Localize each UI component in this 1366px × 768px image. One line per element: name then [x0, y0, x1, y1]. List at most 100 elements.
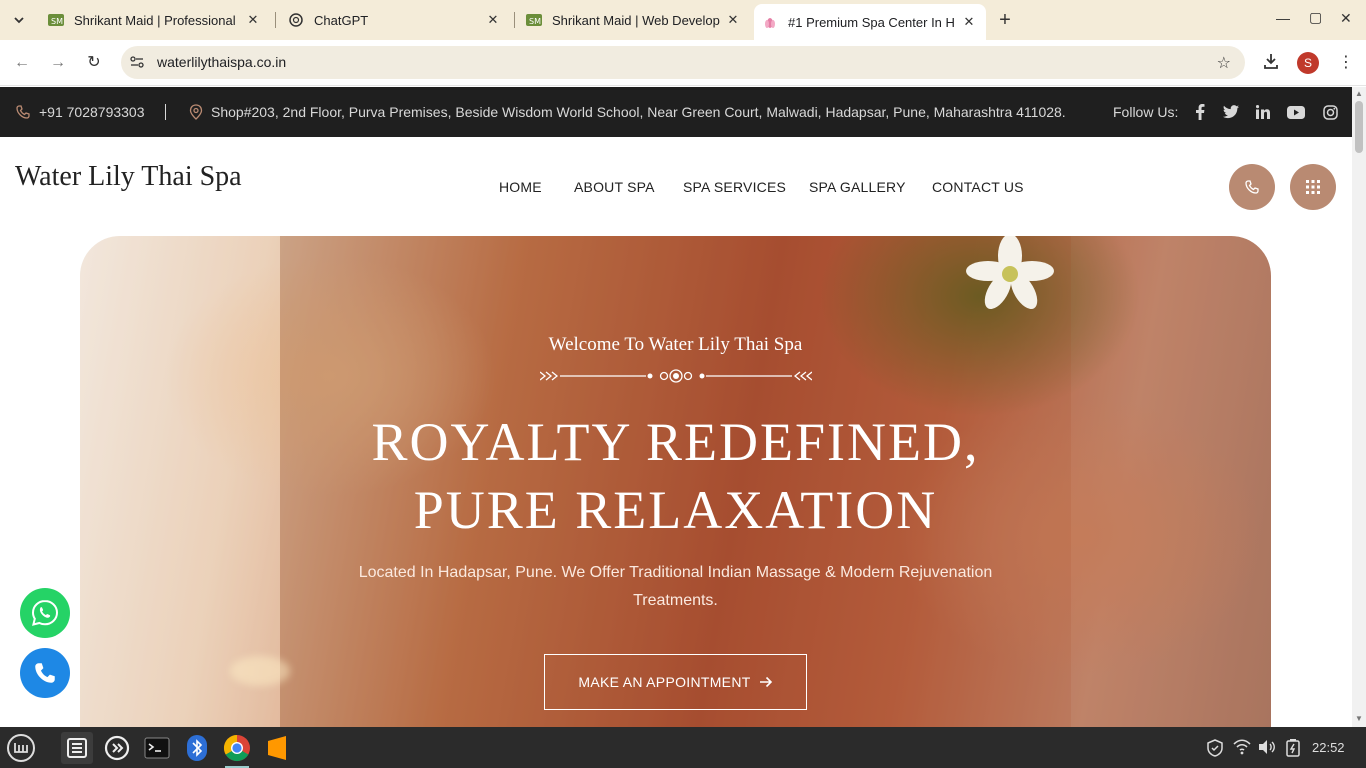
site-logo[interactable]: Water Lily Thai Spa — [15, 161, 242, 193]
taskbar-update-manager[interactable] — [101, 732, 133, 764]
update-shield-icon — [104, 735, 130, 761]
tab-shrikant-web-developer[interactable]: SM Shrikant Maid | Web Develop ✕ — [518, 0, 750, 40]
address-bar[interactable]: waterlilythaispa.co.in ☆ — [121, 46, 1245, 79]
nav-contact-us[interactable]: CONTACT US — [932, 179, 1024, 195]
tab-title: #1 Premium Spa Center In H — [788, 14, 955, 30]
chatgpt-icon — [288, 12, 304, 28]
bluetooth-icon — [187, 735, 207, 761]
make-appointment-button[interactable]: MAKE AN APPOINTMENT — [544, 654, 807, 710]
url-text: waterlilythaispa.co.in — [157, 54, 287, 70]
close-tab-icon[interactable]: ✕ — [960, 14, 978, 30]
svg-text:SM: SM — [51, 17, 63, 26]
phone-icon — [35, 663, 55, 683]
flower-image — [966, 236, 1054, 310]
tab-chatgpt[interactable]: ChatGPT ✕ — [280, 0, 510, 40]
close-window-button[interactable]: ✕ — [1340, 10, 1352, 27]
follow-us-label: Follow Us: — [1113, 104, 1179, 120]
chrome-icon — [223, 734, 250, 762]
topbar-address: Shop#203, 2nd Floor, Purva Premises, Bes… — [189, 104, 1066, 120]
linkedin-icon[interactable] — [1253, 102, 1273, 122]
youtube-icon[interactable] — [1286, 102, 1306, 122]
back-button[interactable]: ← — [11, 52, 33, 74]
arrow-right-icon — [759, 676, 772, 688]
hero-headline-line2: PURE RELAXATION — [413, 480, 938, 540]
tab-search-button[interactable] — [6, 8, 32, 32]
security-shield-icon[interactable] — [1206, 739, 1224, 760]
clock[interactable]: 22:52 — [1312, 740, 1345, 755]
tab-title: Shrikant Maid | Web Develop — [552, 12, 720, 28]
hero-banner: Welcome To Water Lily Thai Spa ROYALTY R… — [80, 236, 1271, 727]
grid-menu-button[interactable] — [1290, 164, 1336, 210]
sublime-text-icon — [268, 736, 286, 760]
site-settings-icon[interactable] — [129, 54, 145, 70]
topbar-divider — [165, 104, 166, 120]
nav-spa-services[interactable]: SPA SERVICES — [683, 179, 786, 195]
scrollbar-thumb[interactable] — [1355, 101, 1363, 153]
download-icon[interactable] — [1262, 52, 1280, 75]
lotus-favicon-icon — [762, 14, 778, 30]
phone-icon — [1245, 180, 1259, 194]
address-text: Shop#203, 2nd Floor, Purva Premises, Bes… — [211, 104, 1066, 120]
volume-icon[interactable] — [1258, 739, 1276, 758]
chevron-down-icon — [14, 17, 24, 24]
page-viewport: +91 7028793303 Shop#203, 2nd Floor, Purv… — [0, 87, 1352, 727]
forward-button[interactable]: → — [47, 52, 69, 74]
start-menu-button[interactable] — [5, 732, 37, 764]
phone-number: +91 7028793303 — [39, 104, 145, 120]
close-tab-icon[interactable]: ✕ — [484, 12, 502, 28]
browser-toolbar: ← → ↻ waterlilythaispa.co.in ☆ ⋮ — [0, 40, 1366, 86]
nav-home[interactable]: HOME — [499, 179, 542, 195]
site-header: Water Lily Thai Spa HOME ABOUT SPA SPA S… — [0, 137, 1352, 237]
topbar-phone[interactable]: +91 7028793303 — [15, 104, 145, 120]
site-favicon-icon: SM — [48, 12, 64, 28]
instagram-icon[interactable] — [1320, 102, 1340, 122]
minimize-button[interactable]: — — [1276, 10, 1290, 26]
taskbar-terminal[interactable] — [141, 732, 173, 764]
nav-spa-gallery[interactable]: SPA GALLERY — [809, 179, 906, 195]
tab-title: ChatGPT — [314, 12, 369, 28]
battery-icon[interactable] — [1286, 739, 1300, 760]
taskbar-file-manager[interactable] — [61, 732, 93, 764]
taskbar-sublime-text[interactable] — [261, 732, 293, 764]
terminal-icon — [144, 737, 170, 759]
close-tab-icon[interactable]: ✕ — [244, 12, 262, 28]
twitter-icon[interactable] — [1221, 102, 1241, 122]
location-pin-icon — [189, 104, 203, 120]
hero-headline-line1: ROYALTY REDEFINED, — [371, 412, 980, 472]
page-scrollbar[interactable]: ▲ ▼ — [1352, 87, 1366, 727]
tab-divider — [275, 12, 276, 28]
wifi-icon[interactable] — [1233, 739, 1251, 758]
call-button[interactable] — [1229, 164, 1275, 210]
tab-title: Shrikant Maid | Professional — [74, 12, 236, 28]
facebook-icon[interactable] — [1190, 102, 1210, 122]
mint-logo-icon — [7, 734, 35, 762]
nav-about-spa[interactable]: ABOUT SPA — [574, 179, 655, 195]
tab-divider — [514, 12, 515, 28]
profile-avatar[interactable]: S — [1297, 52, 1319, 74]
reload-button[interactable]: ↻ — [83, 52, 105, 74]
whatsapp-float-button[interactable] — [20, 588, 70, 638]
tab-waterlily-spa[interactable]: #1 Premium Spa Center In H ✕ — [754, 4, 986, 40]
tab-shrikant-professional[interactable]: SM Shrikant Maid | Professional ✕ — [40, 0, 270, 40]
close-tab-icon[interactable]: ✕ — [724, 12, 742, 28]
whatsapp-icon — [31, 599, 59, 626]
hero-headline: ROYALTY REDEFINED, PURE RELAXATION — [80, 408, 1271, 544]
phone-icon — [16, 105, 30, 119]
hero-subtitle: Located In Hadapsar, Pune. We Offer Trad… — [358, 564, 993, 609]
maximize-button[interactable]: ▢ — [1309, 9, 1322, 26]
hero-welcome-text: Welcome To Water Lily Thai Spa — [548, 334, 803, 355]
bookmark-star-icon[interactable]: ☆ — [1217, 53, 1231, 73]
candle-glow — [230, 656, 290, 686]
divider-ornament-icon — [540, 369, 812, 383]
scroll-up-arrow-icon[interactable]: ▲ — [1355, 89, 1363, 98]
cta-label: MAKE AN APPOINTMENT — [578, 674, 751, 690]
chrome-menu-icon[interactable]: ⋮ — [1338, 52, 1354, 72]
taskbar-bluetooth[interactable] — [181, 732, 213, 764]
tab-strip: SM Shrikant Maid | Professional ✕ ChatGP… — [0, 0, 1366, 40]
os-taskbar: 22:52 — [0, 727, 1366, 768]
taskbar-chrome[interactable] — [221, 732, 253, 768]
call-float-button[interactable] — [20, 648, 70, 698]
scroll-down-arrow-icon[interactable]: ▼ — [1355, 714, 1363, 723]
file-manager-icon — [67, 738, 87, 758]
new-tab-button[interactable]: + — [994, 9, 1016, 31]
